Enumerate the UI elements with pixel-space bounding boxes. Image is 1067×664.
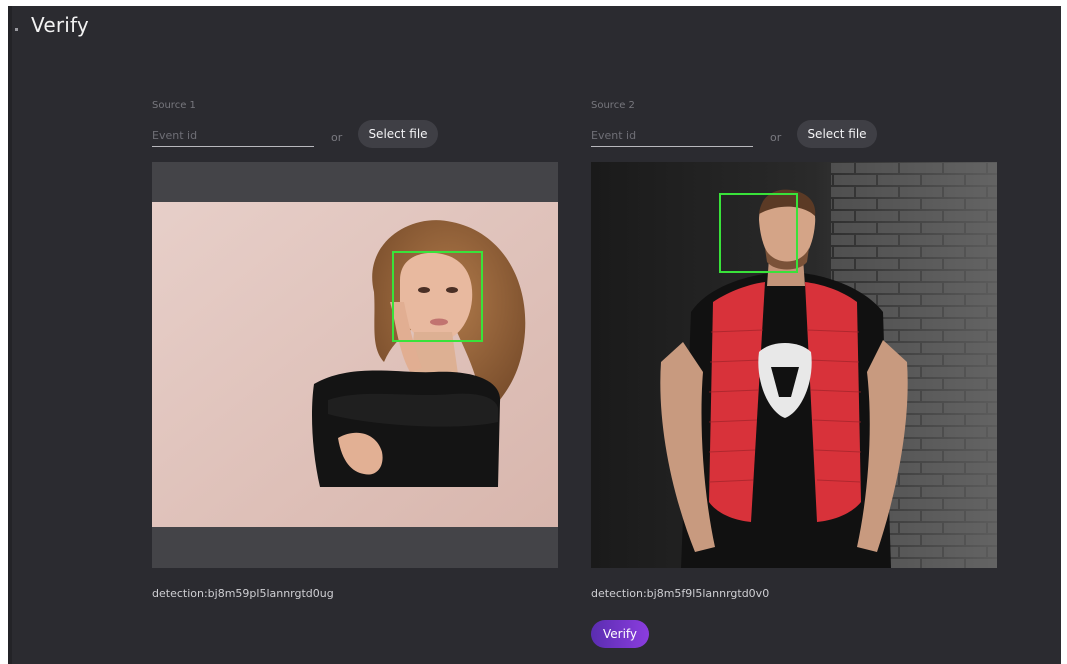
source-1-controls: or Select file — [152, 118, 558, 156]
source-1-or-label: or — [331, 131, 343, 144]
right-edge — [1061, 6, 1067, 664]
menu-handle-icon[interactable] — [15, 28, 18, 31]
source-1-panel: Source 1 or Select file — [152, 100, 558, 600]
source-2-controls: or Select file — [591, 118, 997, 156]
source-1-photo — [152, 162, 558, 568]
source-2-select-file-button[interactable]: Select file — [797, 120, 877, 148]
source-2-event-id-input[interactable] — [591, 124, 753, 147]
source-1-select-file-button[interactable]: Select file — [358, 120, 438, 148]
source-1-image — [152, 162, 558, 568]
page-title: Verify — [31, 13, 89, 37]
source-2-or-label: or — [770, 131, 782, 144]
source-1-detection-id: detection:bj8m59pl5lannrgtd0ug — [152, 587, 334, 600]
verify-button[interactable]: Verify — [591, 620, 649, 648]
sidebar-edge — [8, 6, 12, 664]
source-1-event-id-input[interactable] — [152, 124, 314, 147]
app-window: Verify Source 1 or Select file — [0, 0, 1067, 664]
source-2-panel: Source 2 or Select file — [591, 100, 997, 648]
source-2-image — [591, 162, 997, 568]
source-2-label: Source 2 — [591, 100, 635, 111]
source-2-detection-id: detection:bj8m5f9l5lannrgtd0v0 — [591, 587, 770, 600]
source-2-photo — [591, 162, 997, 568]
source-1-label: Source 1 — [152, 100, 196, 111]
